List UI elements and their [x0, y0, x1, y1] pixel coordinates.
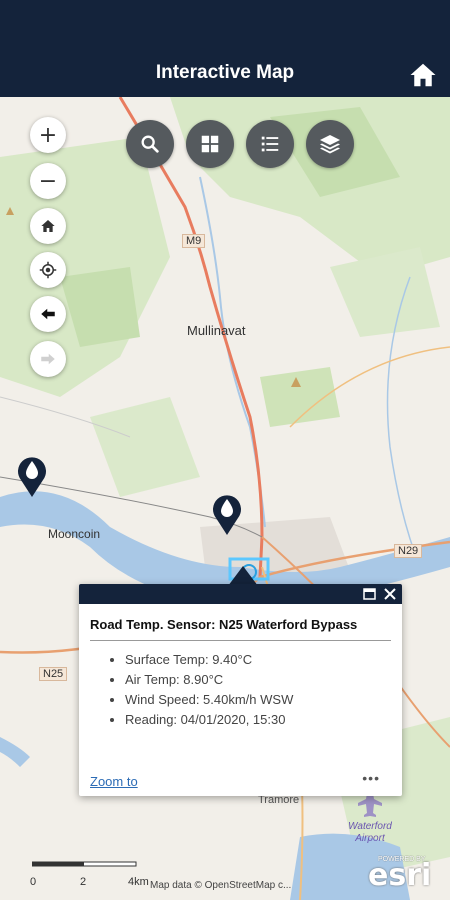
- list-item: Air Temp: 8.90°C: [125, 670, 293, 690]
- esri-logo: esri: [368, 858, 432, 893]
- crosshair-icon: [39, 261, 57, 279]
- close-icon[interactable]: [384, 588, 396, 600]
- label-n25: N25: [39, 667, 68, 681]
- locate-button[interactable]: [30, 252, 66, 288]
- arrow-right-icon: [41, 353, 55, 365]
- popup-attributes: Surface Temp: 9.40°C Air Temp: 8.90°C Wi…: [109, 650, 293, 730]
- map-pin-icon: [18, 457, 46, 497]
- scale-label: 2: [80, 876, 87, 888]
- legend-button[interactable]: [246, 120, 294, 168]
- layers-icon: [320, 135, 340, 154]
- popup-header: [79, 584, 402, 604]
- popup-title: Road Temp. Sensor: N25 Waterford Bypass: [90, 617, 358, 632]
- zoom-to-link[interactable]: Zoom to: [90, 774, 138, 789]
- home-icon: [410, 63, 436, 87]
- home-button[interactable]: [408, 60, 438, 90]
- basemap-gallery-button[interactable]: [186, 120, 234, 168]
- label-n29: N29: [394, 544, 423, 558]
- sensor-pin[interactable]: [210, 492, 244, 536]
- zoom-out-button[interactable]: −: [30, 163, 66, 199]
- list-item: Reading: 04/01/2020, 15:30: [125, 710, 293, 730]
- more-options-button[interactable]: •••: [362, 770, 380, 786]
- scale-label: 0: [30, 876, 37, 888]
- scale-label: 4km: [128, 876, 149, 888]
- feature-popup: Road Temp. Sensor: N25 Waterford Bypass …: [79, 584, 402, 796]
- search-button[interactable]: [126, 120, 174, 168]
- grid-icon: [201, 135, 219, 153]
- popup-pointer: [228, 566, 258, 586]
- app-header: Interactive Map: [0, 0, 450, 97]
- map-pin-icon: [213, 495, 241, 535]
- next-extent-button[interactable]: [30, 341, 66, 377]
- arrow-left-icon: [41, 308, 55, 320]
- list-item: Surface Temp: 9.40°C: [125, 650, 293, 670]
- label-mooncoin: Mooncoin: [48, 527, 101, 541]
- list-icon: [261, 136, 279, 152]
- scale-bar-graphic: [31, 861, 137, 867]
- page-title: Interactive Map: [155, 62, 295, 83]
- search-icon: [141, 135, 159, 153]
- scale-bar: 0 2 4km: [30, 855, 149, 890]
- label-waterford-airport: Waterford Airport: [348, 821, 392, 844]
- map-attribution[interactable]: Map data © OpenStreetMap c...: [150, 880, 291, 891]
- home-icon: [41, 220, 55, 232]
- list-item: Wind Speed: 5.40km/h WSW: [125, 690, 293, 710]
- minus-icon: −: [38, 168, 58, 194]
- layers-button[interactable]: [306, 120, 354, 168]
- previous-extent-button[interactable]: [30, 296, 66, 332]
- sensor-pin[interactable]: [15, 454, 49, 498]
- default-extent-button[interactable]: [30, 208, 66, 244]
- plus-icon: +: [38, 122, 58, 148]
- zoom-in-button[interactable]: +: [30, 117, 66, 153]
- divider: [90, 640, 391, 641]
- label-m9: M9: [182, 234, 206, 248]
- label-mullinavat: Mullinavat: [187, 323, 246, 338]
- maximize-icon[interactable]: [363, 588, 376, 600]
